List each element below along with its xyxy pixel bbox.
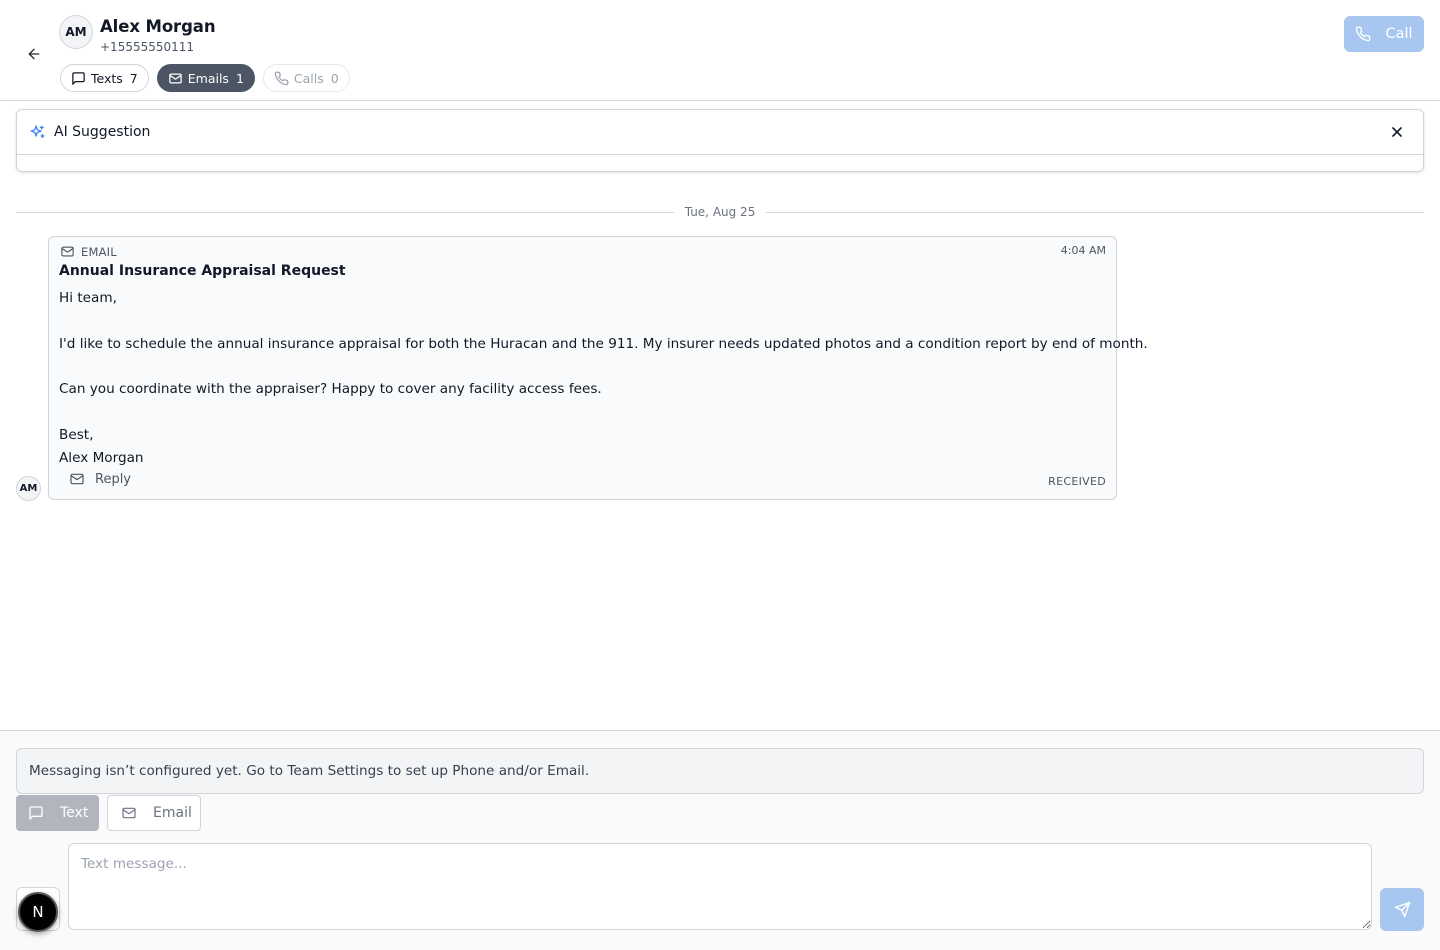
mail-icon	[121, 805, 137, 821]
message-input[interactable]	[68, 843, 1372, 930]
email-body-line	[59, 355, 1111, 378]
ai-suggestion-title: AI Suggestion	[54, 124, 151, 140]
email-status: RECEIVED	[1048, 475, 1106, 488]
date-label: Tue, Aug 25	[684, 205, 756, 219]
send-button[interactable]	[1380, 888, 1424, 931]
conversation-header: AM Alex Morgan +15555550111 Texts 7 Emai…	[0, 0, 1440, 101]
email-type-label: EMAIL	[60, 244, 117, 259]
email-body-line	[59, 310, 1111, 333]
send-icon	[1394, 901, 1411, 918]
email-body-line: Can you coordinate with the appraiser? H…	[59, 381, 602, 398]
reply-button-label: Reply	[95, 471, 132, 487]
tab-calls[interactable]: Calls 0	[262, 64, 350, 92]
date-divider: Tue, Aug 25	[16, 203, 1425, 221]
channel-email-label: Email	[153, 805, 192, 821]
message-square-icon	[28, 805, 44, 821]
ai-suggestion-panel: AI Suggestion	[16, 109, 1424, 172]
call-button[interactable]: Call	[1344, 16, 1424, 52]
sparkles-icon	[29, 124, 46, 141]
dev-tools-badge[interactable]: N	[18, 892, 58, 932]
email-body-line: Best,	[59, 426, 94, 443]
divider-line	[16, 211, 674, 213]
phone-icon	[274, 71, 289, 86]
email-timestamp: 4:04 AM	[1060, 244, 1106, 257]
email-body-line: Alex Morgan	[59, 449, 144, 466]
tab-texts-count: 7	[129, 70, 138, 86]
tab-texts-label: Texts	[91, 70, 123, 86]
tab-emails[interactable]: Emails 1	[156, 64, 255, 92]
contact-name: Alex Morgan	[100, 17, 216, 36]
email-body-line: I'd like to schedule the annual insuranc…	[59, 335, 1148, 352]
email-message-card: EMAIL 4:04 AM Annual Insurance Appraisal…	[48, 236, 1148, 500]
tab-calls-count: 0	[330, 70, 339, 86]
tab-emails-label: Emails	[187, 70, 229, 86]
contact-phone: +15555550111	[100, 40, 195, 54]
tab-calls-label: Calls	[293, 70, 324, 86]
channel-text-label: Text	[60, 805, 89, 821]
reply-button[interactable]: Reply	[69, 471, 131, 487]
mail-icon	[60, 244, 75, 259]
back-arrow-icon[interactable]	[24, 44, 44, 64]
email-body: Hi team, I'd like to schedule the annual…	[59, 287, 1148, 469]
phone-icon	[1355, 26, 1371, 42]
message-avatar: AM	[16, 476, 41, 501]
call-button-label: Call	[1385, 26, 1413, 42]
email-subject: Annual Insurance Appraisal Request	[59, 263, 346, 279]
message-composer: Messaging isn’t configured yet. Go to Te…	[0, 730, 1440, 950]
mail-icon	[69, 471, 85, 487]
messaging-not-configured-notice: Messaging isn’t configured yet. Go to Te…	[16, 748, 1424, 794]
channel-email-button[interactable]: Email	[107, 795, 201, 831]
email-type-text: EMAIL	[81, 244, 117, 259]
contact-avatar: AM	[59, 15, 93, 49]
email-body-line	[59, 401, 1111, 424]
mail-icon	[168, 71, 183, 86]
tab-emails-count: 1	[235, 70, 244, 86]
tab-texts[interactable]: Texts 7	[60, 64, 149, 92]
channel-filter-tabs: Texts 7 Emails 1 Calls 0	[60, 64, 350, 92]
ai-suggestion-header[interactable]: AI Suggestion	[17, 110, 1423, 155]
email-body-line: Hi team,	[59, 290, 117, 306]
divider-line	[766, 211, 1425, 213]
close-icon[interactable]	[1389, 124, 1405, 140]
channel-text-button[interactable]: Text	[16, 795, 99, 831]
message-square-icon	[71, 71, 86, 86]
